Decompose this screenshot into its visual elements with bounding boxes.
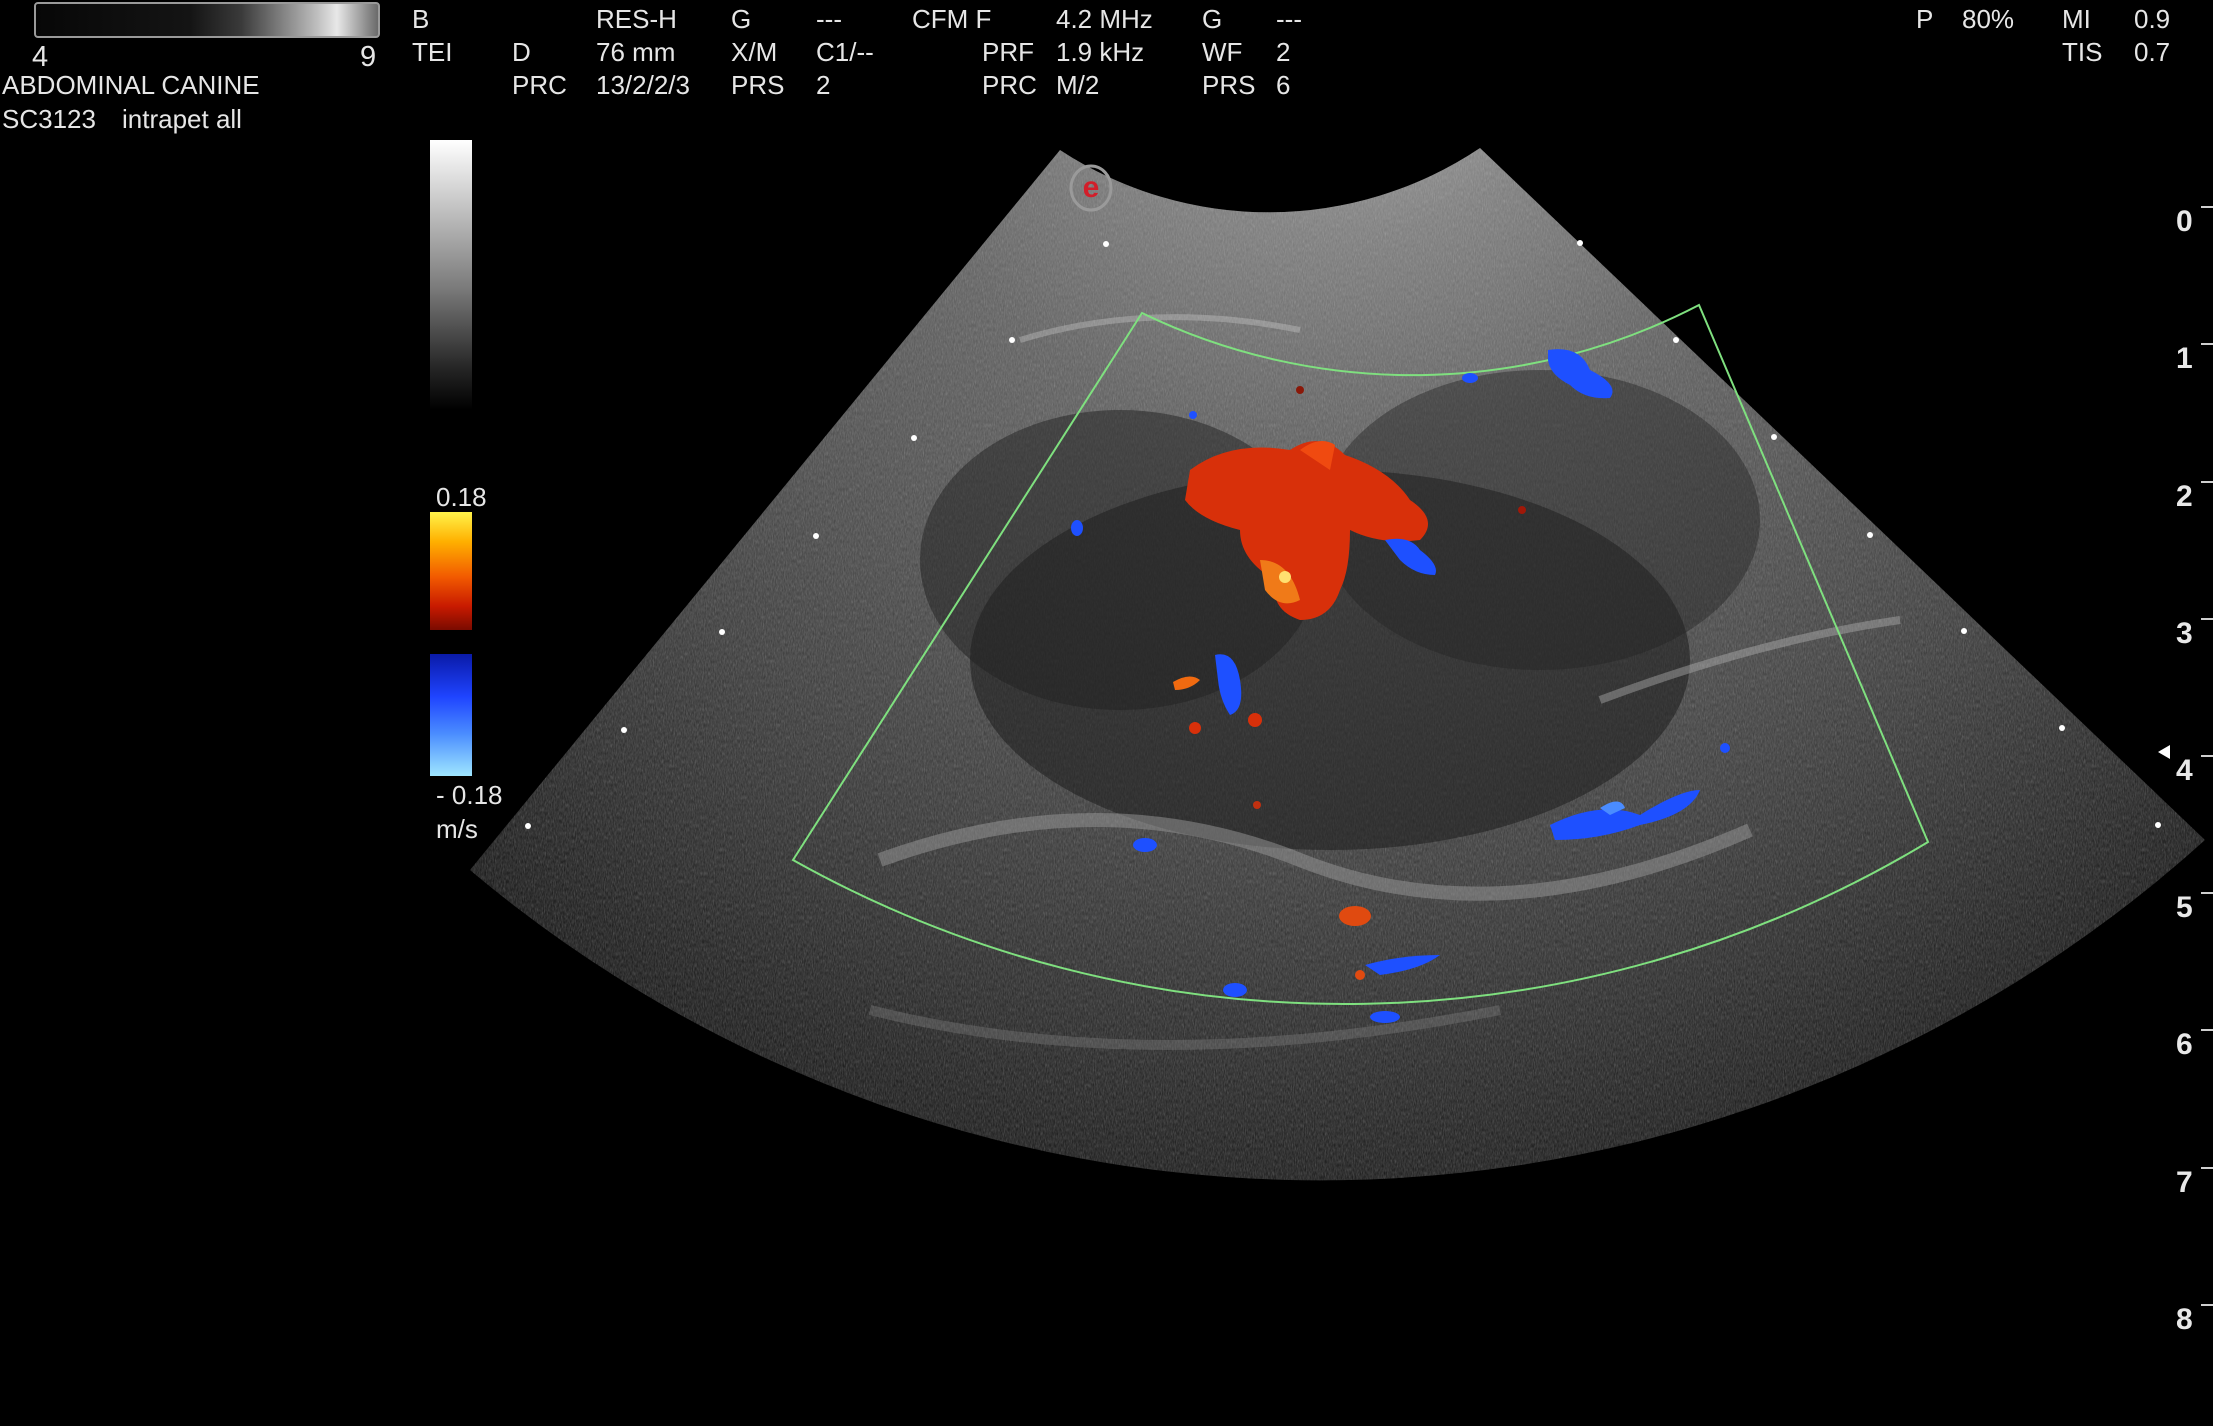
velocity-min: - 0.18 xyxy=(436,780,503,810)
b-prs-label: PRS xyxy=(731,70,785,100)
xm-value: C1/-- xyxy=(816,37,874,67)
tis-value: 0.7 xyxy=(2134,37,2171,67)
depth-tick-label: 6 xyxy=(2176,1028,2193,1061)
b-prs-value: 2 xyxy=(816,70,831,100)
depth-tick xyxy=(2201,1029,2213,1031)
logo-letter: e xyxy=(1083,171,1100,204)
depth-tick-label: 0 xyxy=(2176,205,2193,238)
depth-tick-label: 1 xyxy=(2176,342,2193,375)
grayscale-map-bar xyxy=(430,140,472,410)
cfm-prs-label: PRS xyxy=(1202,70,1256,100)
b-gain-label: G xyxy=(731,4,752,34)
prf-label: PRF xyxy=(982,37,1034,67)
depth-tick xyxy=(2201,618,2213,620)
gain-max: 9 xyxy=(360,41,377,73)
depth-tick-label: 8 xyxy=(2176,1303,2193,1336)
b-prc-label: PRC xyxy=(512,70,567,100)
mi-label: MI xyxy=(2062,4,2091,34)
depth-tick-label: 2 xyxy=(2176,480,2193,513)
depth-tick xyxy=(2201,481,2213,483)
tei-label: TEI xyxy=(412,37,453,67)
depth-tick xyxy=(2201,1304,2213,1306)
cfm-prs-value: 6 xyxy=(1276,70,1291,100)
depth-tick-label: 7 xyxy=(2176,1166,2193,1199)
mi-value: 0.9 xyxy=(2134,4,2171,34)
power-value: 80% xyxy=(1962,4,2015,34)
depth-tick xyxy=(2201,1167,2213,1169)
cfm-gain-label: G xyxy=(1202,4,1223,34)
b-prc-value: 13/2/2/3 xyxy=(596,70,690,100)
depth-tick xyxy=(2201,206,2213,208)
preset-name: intrapet all xyxy=(122,104,242,134)
xm-label: X/M xyxy=(731,37,778,67)
depth-tick-label: 5 xyxy=(2176,891,2193,924)
e-logo-icon: e xyxy=(1069,164,1113,212)
depth-tick-label: 4 xyxy=(2176,754,2193,787)
cfm-gain-value: --- xyxy=(1276,4,1302,34)
depth-value: 76 mm xyxy=(596,37,676,67)
cfm-prc-label: PRC xyxy=(982,70,1037,100)
power-label: P xyxy=(1916,4,1934,34)
probe-name: SC3123 xyxy=(2,104,96,134)
prf-value: 1.9 kHz xyxy=(1056,37,1145,67)
wf-label: WF xyxy=(1202,37,1243,67)
depth-tick xyxy=(2201,892,2213,894)
exam-preset: ABDOMINAL CANINE xyxy=(2,70,260,100)
depth-label: D xyxy=(512,37,531,67)
cfm-frequency: 4.2 MHz xyxy=(1056,4,1153,34)
gain-bar[interactable] xyxy=(34,2,380,38)
b-mode-label: B xyxy=(412,4,430,34)
wf-value: 2 xyxy=(1276,37,1291,67)
depth-tick-label: 3 xyxy=(2176,617,2193,650)
depth-tick xyxy=(2201,755,2213,757)
velocity-max: 0.18 xyxy=(436,482,487,512)
b-gain-value: --- xyxy=(816,4,842,34)
res-value: RES-H xyxy=(596,4,677,34)
tis-label: TIS xyxy=(2062,37,2103,67)
positive-velocity-scale xyxy=(430,512,472,630)
depth-tick xyxy=(2201,343,2213,345)
negative-velocity-scale xyxy=(430,654,472,776)
cfm-prc-value: M/2 xyxy=(1056,70,1100,100)
cfm-mode-label: CFM F xyxy=(912,4,992,34)
velocity-unit: m/s xyxy=(436,814,478,844)
focus-marker-icon[interactable] xyxy=(2158,745,2170,759)
gain-min: 4 xyxy=(32,41,49,73)
